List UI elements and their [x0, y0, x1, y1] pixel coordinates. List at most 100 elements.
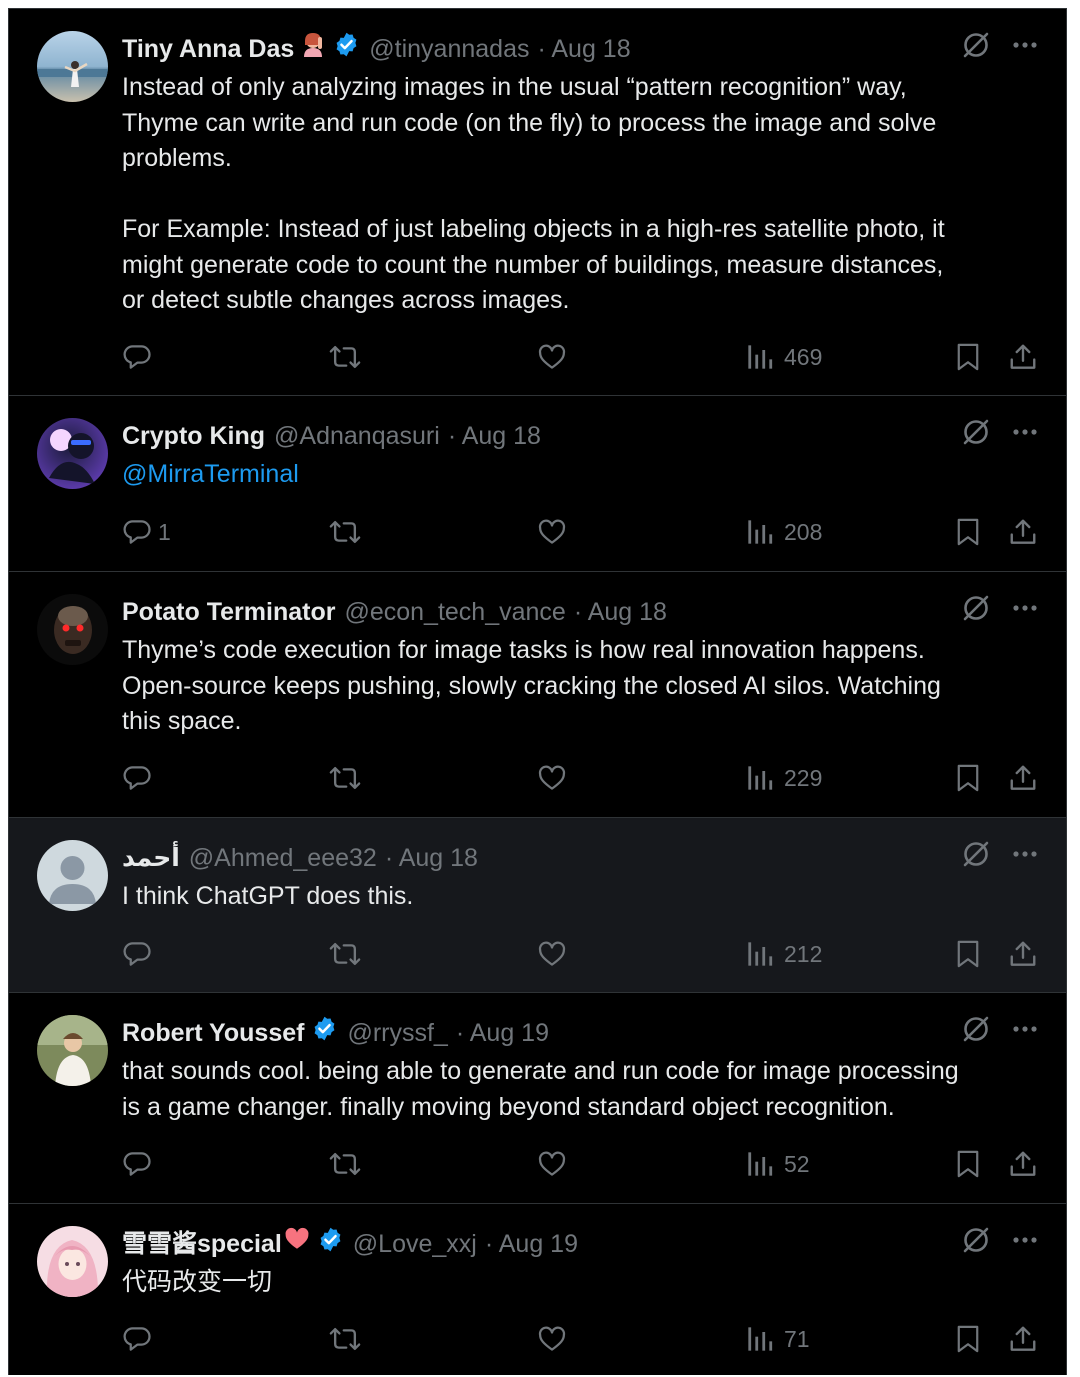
- retweet-button[interactable]: [329, 758, 361, 798]
- display-name[interactable]: Robert Youssef: [122, 1015, 304, 1051]
- view-count: 208: [784, 518, 823, 545]
- tweet-4[interactable]: أحمد @Ahmed_eee32 · Aug 18 I think ChatG…: [9, 817, 1066, 992]
- timestamp[interactable]: · Aug 19: [456, 1015, 549, 1051]
- grok-icon[interactable]: [962, 594, 990, 622]
- share-button[interactable]: [1008, 934, 1038, 974]
- timestamp[interactable]: · Aug 18: [537, 31, 630, 67]
- reply-button[interactable]: [122, 1144, 158, 1184]
- reply-button[interactable]: [122, 337, 158, 377]
- like-button[interactable]: [537, 934, 567, 974]
- display-name[interactable]: 雪雪酱special: [122, 1226, 282, 1262]
- share-button[interactable]: [1008, 337, 1038, 377]
- more-icon[interactable]: [1012, 604, 1038, 612]
- timestamp[interactable]: · Aug 18: [448, 418, 541, 454]
- like-button[interactable]: [537, 1319, 567, 1359]
- emoji-icon: [294, 31, 326, 67]
- like-icon: [538, 1326, 566, 1351]
- display-name[interactable]: أحمد: [122, 840, 180, 876]
- avatar[interactable]: [37, 1226, 108, 1297]
- tweet-header: Potato Terminator @econ_tech_vance · Aug…: [122, 594, 1042, 630]
- tweet-1[interactable]: Tiny Anna Das @tinyannadas · Aug 18 Inst…: [9, 8, 1066, 395]
- views-button[interactable]: 212: [746, 934, 822, 974]
- reply-button[interactable]: [122, 1319, 158, 1359]
- display-name[interactable]: Potato Terminator: [122, 594, 335, 630]
- reply-button[interactable]: [122, 758, 158, 798]
- grok-icon[interactable]: [962, 1015, 990, 1043]
- timestamp[interactable]: · Aug 18: [574, 594, 667, 630]
- grok-icon[interactable]: [962, 31, 990, 59]
- display-name[interactable]: Tiny Anna Das: [122, 31, 294, 67]
- grok-icon[interactable]: [962, 418, 990, 446]
- view-count: 469: [784, 343, 823, 370]
- tweet-2[interactable]: Crypto King @Adnanqasuri · Aug 18 @Mirra…: [9, 395, 1066, 571]
- reply-button[interactable]: 1: [122, 512, 171, 552]
- handle[interactable]: @Ahmed_eee32: [189, 840, 377, 876]
- like-button[interactable]: [537, 1144, 567, 1184]
- share-button[interactable]: [1008, 1319, 1038, 1359]
- reply-button[interactable]: [122, 934, 158, 974]
- retweet-button[interactable]: [329, 512, 361, 552]
- retweet-button[interactable]: [329, 1319, 361, 1359]
- avatar[interactable]: [37, 1015, 108, 1086]
- share-icon: [1010, 1326, 1036, 1351]
- reply-icon: [123, 942, 151, 966]
- more-icon[interactable]: [1012, 41, 1038, 49]
- tweet-5[interactable]: Robert Youssef @rryssf_ · Aug 19 that so…: [9, 992, 1066, 1203]
- like-icon: [538, 1151, 566, 1176]
- timestamp[interactable]: · Aug 18: [385, 840, 478, 876]
- handle[interactable]: @tinyannadas: [369, 31, 529, 67]
- grok-icon[interactable]: [962, 1226, 990, 1254]
- like-button[interactable]: [537, 337, 567, 377]
- like-button[interactable]: [537, 758, 567, 798]
- retweet-button[interactable]: [329, 337, 361, 377]
- bookmark-button[interactable]: [954, 337, 982, 377]
- bookmark-button[interactable]: [954, 1319, 982, 1359]
- tweet-3[interactable]: Potato Terminator @econ_tech_vance · Aug…: [9, 571, 1066, 817]
- more-icon[interactable]: [1012, 1236, 1038, 1244]
- share-icon: [1010, 344, 1036, 369]
- reply-icon: [123, 1327, 151, 1351]
- view-count: 52: [784, 1150, 810, 1177]
- reply-timeline: Tiny Anna Das @tinyannadas · Aug 18 Inst…: [8, 8, 1067, 1375]
- retweet-icon: [329, 942, 361, 966]
- views-button[interactable]: 52: [746, 1144, 810, 1184]
- more-icon[interactable]: [1012, 428, 1038, 436]
- handle[interactable]: @econ_tech_vance: [344, 594, 565, 630]
- bookmark-icon: [957, 764, 979, 792]
- reply-count: 1: [158, 518, 171, 545]
- share-button[interactable]: [1008, 1144, 1038, 1184]
- avatar[interactable]: [37, 31, 108, 102]
- retweet-button[interactable]: [329, 1144, 361, 1184]
- verified-badge-icon: [326, 31, 360, 68]
- timestamp[interactable]: · Aug 19: [485, 1226, 578, 1262]
- views-button[interactable]: 469: [746, 337, 822, 377]
- like-button[interactable]: [537, 512, 567, 552]
- retweet-button[interactable]: [329, 934, 361, 974]
- tweet-6[interactable]: 雪雪酱special @Love_xxj · Aug 19 代码改变一切 71: [9, 1203, 1066, 1375]
- views-button[interactable]: 71: [746, 1319, 810, 1359]
- reply-icon: [123, 766, 151, 790]
- tweet-text: @MirraTerminal: [122, 457, 1042, 493]
- handle[interactable]: @rryssf_: [347, 1015, 447, 1051]
- handle[interactable]: @Love_xxj: [353, 1226, 477, 1262]
- bookmark-button[interactable]: [954, 512, 982, 552]
- heart-emoji-icon: [282, 1226, 310, 1262]
- share-button[interactable]: [1008, 512, 1038, 552]
- bookmark-button[interactable]: [954, 934, 982, 974]
- display-name[interactable]: Crypto King: [122, 418, 265, 454]
- handle[interactable]: @Adnanqasuri: [274, 418, 440, 454]
- grok-icon[interactable]: [962, 840, 990, 868]
- bookmark-button[interactable]: [954, 1144, 982, 1184]
- avatar[interactable]: [37, 840, 108, 911]
- share-button[interactable]: [1008, 758, 1038, 798]
- avatar[interactable]: [37, 418, 108, 489]
- views-button[interactable]: 208: [746, 512, 822, 552]
- mention-link[interactable]: @MirraTerminal: [122, 460, 299, 488]
- more-icon[interactable]: [1012, 850, 1038, 858]
- more-icon[interactable]: [1012, 1025, 1038, 1033]
- tweet-text: I think ChatGPT does this.: [122, 882, 414, 910]
- tweet-header: Robert Youssef @rryssf_ · Aug 19: [122, 1015, 1042, 1051]
- avatar[interactable]: [37, 594, 108, 665]
- bookmark-button[interactable]: [954, 758, 982, 798]
- views-button[interactable]: 229: [746, 758, 822, 798]
